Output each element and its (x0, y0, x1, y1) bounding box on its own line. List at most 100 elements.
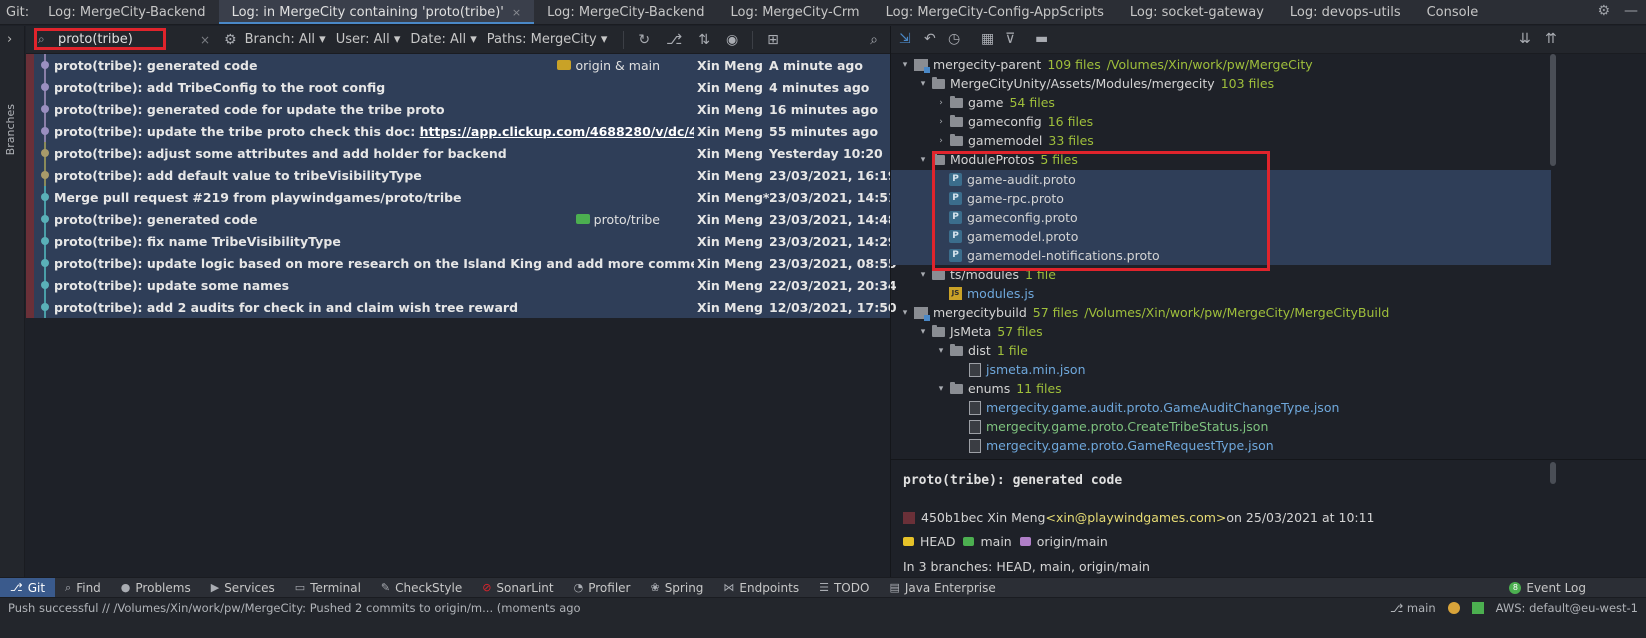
search-input-value[interactable]: proto(tribe) (58, 32, 133, 47)
commit-row[interactable]: proto(tribe): fix name TribeVisibilityTy… (26, 230, 897, 252)
tab-log-crm[interactable]: Log: MergeCity-Crm (717, 0, 872, 24)
tab-log-devops-utils[interactable]: Log: devops-utils (1277, 0, 1414, 24)
tool-terminal[interactable]: ▭ Terminal (285, 578, 371, 598)
close-tab-icon[interactable]: × (512, 6, 521, 19)
collapse-arrow-icon[interactable]: ▾ (899, 308, 911, 318)
tool-find[interactable]: ⌕ Find (55, 578, 111, 598)
tool-endpoints[interactable]: ⋈ Endpoints (713, 578, 809, 598)
tree-node-module[interactable]: ▾ mergecity-parent 109 files/Volumes/Xin/… (891, 55, 1551, 74)
commit-row[interactable]: proto(tribe): update some names Xin Meng… (26, 274, 897, 296)
inspection-icon[interactable] (1471, 602, 1484, 614)
warning-icon[interactable] (1447, 602, 1460, 614)
tree-node-folder[interactable]: › game 54 files (891, 93, 1551, 112)
tree-file-json[interactable]: mergecity.game.proto.GameRequestType.jso… (891, 436, 1551, 455)
tool-todo[interactable]: ☰ TODO (809, 578, 879, 598)
branches-toggle[interactable]: Branches (4, 104, 17, 155)
tree-node-folder[interactable]: › gamemodel 33 files (891, 131, 1551, 150)
minimize-icon[interactable]: — (1624, 3, 1638, 19)
sort-icon[interactable]: ⇅ (698, 32, 710, 48)
commit-row[interactable]: proto(tribe): generated code origin & ma… (26, 54, 890, 76)
tab-log-backend-2[interactable]: Log: MergeCity-Backend (534, 0, 717, 24)
open-new-tab-icon[interactable]: ⊞ (767, 32, 779, 48)
collapse-arrow-icon[interactable]: ▾ (917, 327, 929, 337)
expand-arrow-icon[interactable]: › (935, 98, 947, 108)
commit-message-link[interactable]: https://app.clickup.com/4688280/v/dc/4f2… (420, 124, 694, 139)
author-email-link[interactable]: <xin@playwindgames.com> (1045, 510, 1226, 525)
cherry-pick-icon[interactable]: ⎇ (666, 32, 682, 48)
tool-git[interactable]: ⎇ Git (0, 577, 56, 598)
tool-problems[interactable]: ● Problems (111, 578, 201, 598)
tree-node-folder[interactable]: ▾ MergeCityUnity/Assets/Modules/mergecit… (891, 74, 1551, 93)
commit-row[interactable]: Merge pull request #219 from playwindgam… (26, 186, 897, 208)
revert-icon[interactable]: ↶ (924, 31, 936, 47)
tab-log-backend[interactable]: Log: MergeCity-Backend (35, 0, 218, 24)
commit-row[interactable]: proto(tribe): update logic based on more… (26, 252, 897, 274)
event-log-button[interactable]: 8 Event Log (1509, 581, 1586, 595)
user-filter-dropdown[interactable]: User: All ▾ (336, 32, 401, 47)
branch-filter-dropdown[interactable]: Branch: All ▾ (245, 32, 326, 47)
tree-file-json[interactable]: mergecity.game.proto.CreateTribeStatus.j… (891, 417, 1551, 436)
show-diff-icon[interactable]: ⇲ (899, 31, 911, 47)
expand-arrow-icon[interactable]: › (935, 136, 947, 146)
tree-node-module[interactable]: ▾ mergecitybuild 57 files/Volumes/Xin/wor… (891, 303, 1551, 322)
status-message[interactable]: Push successful // /Volumes/Xin/work/pw/… (8, 601, 581, 615)
expand-all-icon[interactable]: ⇊ (1519, 31, 1531, 47)
tab-log-config-appscripts[interactable]: Log: MergeCity-Config-AppScripts (873, 0, 1117, 24)
tool-java-enterprise[interactable]: ▤ Java Enterprise (879, 578, 1005, 598)
tree-node-folder[interactable]: ▾ ts/modules 1 file (891, 265, 1551, 284)
tab-log-search-proto-tribe[interactable]: Log: in MergeCity containing 'proto(trib… (218, 0, 535, 24)
collapse-arrow-icon[interactable]: ▾ (935, 346, 947, 356)
tree-file-proto[interactable]: Pgame-audit.proto (891, 170, 1551, 189)
clear-search-icon[interactable]: × (200, 33, 210, 47)
filter-icon[interactable]: ⊽ (1005, 31, 1015, 47)
tool-spring[interactable]: ❀ Spring (640, 578, 713, 598)
history-icon[interactable]: ◷ (948, 31, 960, 47)
commit-row[interactable]: proto(tribe): adjust some attributes and… (26, 142, 890, 164)
collapse-arrow-icon[interactable]: ▾ (917, 79, 929, 89)
tool-sonarlint[interactable]: ⊘ SonarLint (472, 578, 563, 598)
tab-console[interactable]: Console (1414, 0, 1492, 24)
tree-node-folder[interactable]: ▾ enums 11 files (891, 379, 1551, 398)
commit-row[interactable]: proto(tribe): add 2 audits for check in … (26, 296, 897, 318)
filter-settings-icon[interactable]: ⚙ (224, 32, 237, 48)
expand-branches-icon[interactable]: › (7, 32, 12, 47)
tree-file-proto[interactable]: Pgame-rpc.proto (891, 189, 1551, 208)
expand-arrow-icon[interactable]: › (935, 117, 947, 127)
tree-file-json[interactable]: jsmeta.min.json (891, 360, 1551, 379)
collapse-arrow-icon[interactable]: ▾ (917, 270, 929, 280)
tree-node-folder[interactable]: ▾ ModuleProtos 5 files (891, 150, 1551, 169)
collapse-arrow-icon[interactable]: ▾ (917, 155, 929, 165)
commit-row[interactable]: proto(tribe): generated code for update … (26, 98, 890, 120)
log-search-field[interactable]: ⌕ proto(tribe) × (36, 29, 210, 51)
group-by-icon[interactable]: ▦ (981, 31, 994, 47)
layout-icon[interactable]: ▬ (1035, 31, 1048, 47)
tree-node-folder[interactable]: ▾ JsMeta 57 files (891, 322, 1551, 341)
search-commit-icon[interactable]: ⌕ (870, 32, 878, 48)
settings-gear-icon[interactable]: ⚙ (1597, 3, 1610, 19)
commit-row[interactable]: proto(tribe): generated code proto/tribe… (26, 208, 897, 230)
collapse-arrow-icon[interactable]: ▾ (899, 60, 911, 70)
tree-file-proto[interactable]: Pgamemodel.proto (891, 227, 1551, 246)
tree-file-json[interactable]: mergecity.game.audit.proto.GameAuditChan… (891, 398, 1551, 417)
tool-profiler[interactable]: ◔ Profiler (564, 578, 641, 598)
tree-scrollbar[interactable] (1550, 54, 1556, 166)
commit-row[interactable]: proto(tribe): add TribeConfig to the roo… (26, 76, 890, 98)
paths-filter-dropdown[interactable]: Paths: MergeCity ▾ (487, 32, 608, 47)
tree-file-proto[interactable]: Pgameconfig.proto (891, 208, 1551, 227)
collapse-arrow-icon[interactable]: ▾ (935, 384, 947, 394)
tab-log-socket-gateway[interactable]: Log: socket-gateway (1117, 0, 1277, 24)
commit-row[interactable]: proto(tribe): update the tribe proto che… (26, 120, 890, 142)
current-branch-widget[interactable]: ⎇ main (1390, 601, 1436, 615)
tree-file-js[interactable]: JS modules.js (891, 284, 1551, 303)
collapse-all-icon[interactable]: ⇈ (1545, 31, 1557, 47)
tree-node-folder[interactable]: ▾ dist 1 file (891, 341, 1551, 360)
view-options-eye-icon[interactable]: ◉ (726, 32, 738, 48)
aws-profile-widget[interactable]: AWS: default@eu-west-1 (1496, 601, 1638, 615)
tree-file-proto[interactable]: Pgamemodel-notifications.proto (891, 246, 1551, 265)
tree-node-folder[interactable]: › gameconfig 16 files (891, 112, 1551, 131)
date-filter-dropdown[interactable]: Date: All ▾ (410, 32, 476, 47)
tool-checkstyle[interactable]: ✎ CheckStyle (371, 578, 472, 598)
commit-row[interactable]: proto(tribe): add default value to tribe… (26, 164, 897, 186)
refresh-icon[interactable]: ↻ (638, 32, 650, 48)
detail-scrollbar[interactable] (1550, 462, 1556, 484)
